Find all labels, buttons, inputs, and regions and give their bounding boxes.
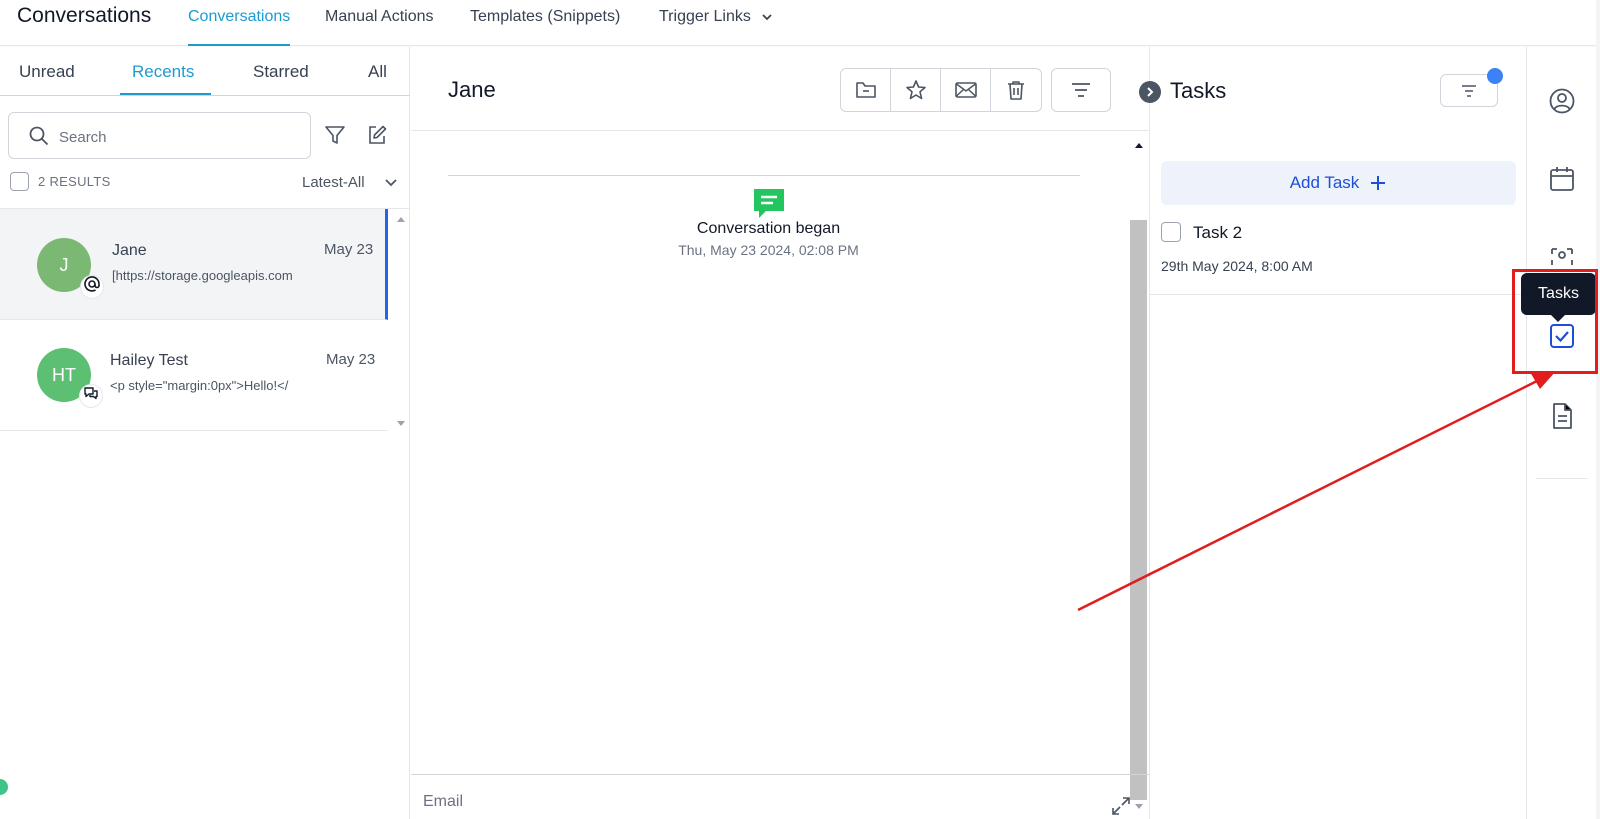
expand-icon[interactable] xyxy=(1111,796,1131,816)
calendar-icon[interactable] xyxy=(1548,165,1576,193)
compose-button[interactable] xyxy=(366,124,388,151)
tab-unread[interactable]: Unread xyxy=(19,62,75,82)
scroll-down-arrow-icon[interactable] xyxy=(396,420,406,428)
event-timestamp: Thu, May 23 2024, 02:08 PM xyxy=(678,242,859,258)
app-title: Conversations xyxy=(17,4,152,27)
trash-icon xyxy=(1008,81,1024,100)
sort-dropdown[interactable]: Latest-All xyxy=(302,174,365,191)
search-box[interactable] xyxy=(8,112,311,159)
tasks-header: Tasks xyxy=(1139,47,1527,131)
mark-unread-button[interactable] xyxy=(941,69,991,111)
conversation-list-panel: Unread Recents Starred All 2 RESULTS Lat… xyxy=(0,47,410,819)
conversation-preview: [https://storage.googleapis.com xyxy=(112,268,293,283)
chat-bubbles-icon xyxy=(79,384,103,408)
conversation-date: May 23 xyxy=(324,241,374,258)
results-count: 2 RESULTS xyxy=(38,174,111,189)
tasks-title: Tasks xyxy=(1170,78,1227,103)
chat-header: Jane xyxy=(411,47,1149,131)
top-nav: Conversations Conversations Manual Actio… xyxy=(0,0,1596,46)
conversation-preview: <p style="margin:0px">Hello!</ xyxy=(110,378,289,393)
conversation-list: J Jane May 23 [https://storage.googleapi… xyxy=(0,208,410,431)
right-icon-rail xyxy=(1526,47,1596,819)
scroll-up-arrow-icon[interactable] xyxy=(396,215,406,223)
scrollbar-thumb[interactable] xyxy=(1130,220,1147,800)
select-all-checkbox[interactable] xyxy=(10,172,29,191)
conversation-date: May 23 xyxy=(326,351,376,368)
add-task-label: Add Task xyxy=(1289,173,1360,192)
at-sign-icon xyxy=(80,275,104,299)
nav-tab-templates[interactable]: Templates (Snippets) xyxy=(470,8,620,46)
star-button[interactable] xyxy=(891,69,941,111)
chat-filter-button[interactable] xyxy=(1051,68,1111,112)
search-icon xyxy=(29,126,49,146)
chat-panel: Jane Conversation began Thu, May 23 2024… xyxy=(411,47,1149,819)
filter-active-dot xyxy=(1487,68,1503,84)
chat-message-icon xyxy=(754,189,784,218)
message-composer[interactable]: Email xyxy=(411,774,1149,819)
filter-lines-icon xyxy=(1072,83,1090,97)
tab-starred[interactable]: Starred xyxy=(253,62,309,82)
funnel-icon xyxy=(325,126,345,144)
list-tabs: Unread Recents Starred All xyxy=(0,47,410,96)
window-edge xyxy=(1596,0,1600,819)
search-input[interactable] xyxy=(59,126,299,148)
tab-recents[interactable]: Recents xyxy=(132,62,194,82)
event-title: Conversation began xyxy=(696,220,841,237)
conversation-name: Hailey Test xyxy=(110,352,188,369)
chat-scrollbar[interactable] xyxy=(1129,137,1149,817)
document-icon[interactable] xyxy=(1548,402,1576,430)
nav-tab-manual-actions[interactable]: Manual Actions xyxy=(325,8,434,46)
composer-channel-label[interactable]: Email xyxy=(423,793,463,811)
star-icon xyxy=(905,80,926,100)
task-title[interactable]: Task 2 xyxy=(1193,223,1242,243)
task-due-date: 29th May 2024, 8:00 AM xyxy=(1161,258,1313,274)
delete-button[interactable] xyxy=(991,69,1041,111)
chat-action-group xyxy=(840,68,1042,112)
timeline-divider xyxy=(448,175,1080,176)
task-checkbox[interactable] xyxy=(1161,222,1181,242)
tab-all[interactable]: All xyxy=(368,62,387,82)
contact-name: Jane xyxy=(448,77,496,102)
annotation-highlight-box xyxy=(1512,269,1598,374)
scroll-up-arrow-icon[interactable] xyxy=(1134,141,1144,149)
conversation-item-hailey-test[interactable]: HT Hailey Test May 23 <p style="margin:0… xyxy=(0,320,388,431)
chevron-down-icon[interactable] xyxy=(384,175,398,189)
move-to-folder-button[interactable] xyxy=(841,69,891,111)
nav-tab-trigger-links[interactable]: Trigger Links xyxy=(659,8,773,46)
trigger-links-label: Trigger Links xyxy=(659,8,751,25)
mail-icon xyxy=(954,82,977,98)
compose-icon xyxy=(369,125,387,144)
filter-lines-icon xyxy=(1462,84,1476,97)
task-item: Task 2 29th May 2024, 8:00 AM xyxy=(1150,212,1527,295)
active-tab-indicator xyxy=(120,93,211,95)
chevron-down-icon xyxy=(762,14,772,21)
tasks-panel: Tasks Add Task Task 2 29th May 2024, 8:0… xyxy=(1139,47,1527,819)
filter-button[interactable] xyxy=(324,124,346,151)
chevron-right-icon[interactable] xyxy=(1139,81,1161,103)
user-circle-icon[interactable] xyxy=(1548,87,1576,115)
rail-divider xyxy=(1536,478,1588,479)
conversation-item-jane[interactable]: J Jane May 23 [https://storage.googleapi… xyxy=(0,209,388,320)
nav-tab-conversations[interactable]: Conversations xyxy=(188,8,291,46)
folder-icon xyxy=(855,82,876,98)
conversation-name: Jane xyxy=(112,242,147,259)
plus-icon xyxy=(1371,176,1386,190)
add-task-button[interactable]: Add Task xyxy=(1161,161,1516,205)
